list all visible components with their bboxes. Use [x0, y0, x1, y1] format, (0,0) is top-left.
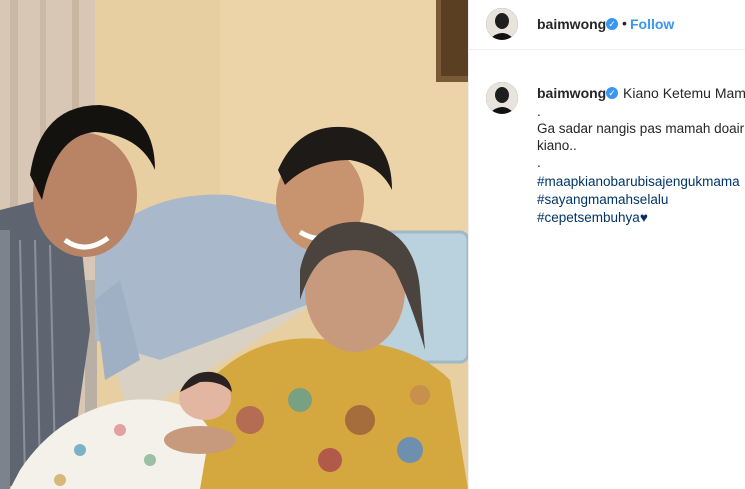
caption-line: .	[537, 155, 541, 170]
caption-first-line: Kiano Ketemu Mam	[623, 85, 745, 101]
post-photo[interactable]	[0, 0, 468, 489]
hashtag-link[interactable]: #sayangmamahselalu	[537, 192, 668, 207]
hashtag-line: #cepetsembuhya♥	[537, 210, 648, 225]
caption-line: Ga sadar nangis pas mamah doair	[537, 121, 745, 136]
profile-picture-icon	[486, 8, 518, 40]
username-link[interactable]: baimwong	[537, 16, 606, 32]
profile-picture-icon	[486, 82, 518, 114]
verified-badge-icon: ✓	[606, 87, 618, 99]
caption-avatar[interactable]	[486, 82, 518, 114]
family-photo-image	[0, 0, 468, 489]
post-side-panel: baimwong ✓ • Follow baimwong ✓ Kiano Ket…	[468, 0, 745, 489]
avatar[interactable]	[486, 8, 518, 40]
caption-line: .	[537, 104, 541, 119]
follow-button[interactable]: Follow	[630, 16, 674, 32]
hashtag-link[interactable]: #maapkianobarubisajengukmama	[537, 174, 740, 189]
caption-username-link[interactable]: baimwong	[537, 85, 606, 101]
caption-comment: baimwong ✓ Kiano Ketemu Mam . Ga sadar n…	[469, 70, 745, 250]
heart-emoji-icon: ♥	[639, 210, 648, 225]
post-header: baimwong ✓ • Follow	[469, 0, 745, 50]
hashtag-link[interactable]: #cepetsembuhya	[537, 210, 640, 225]
caption-line: kiano..	[537, 138, 577, 153]
verified-badge-icon: ✓	[606, 18, 618, 30]
separator-dot: •	[622, 15, 627, 31]
